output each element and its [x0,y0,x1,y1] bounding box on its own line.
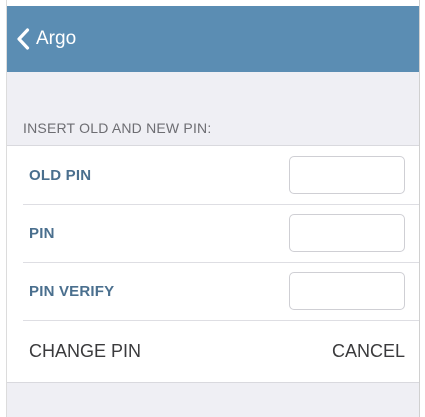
pin-verify-label: PIN VERIFY [29,282,115,300]
pin-form: OLD PIN PIN PIN VERIFY CHANGE PIN CANCEL [7,145,419,383]
pin-row: PIN [7,204,419,262]
pin-input[interactable] [289,214,405,252]
chevron-left-icon [16,28,30,50]
cancel-button[interactable]: CANCEL [332,341,405,362]
back-button[interactable]: Argo [16,28,76,50]
navigation-bar: Argo [7,6,419,72]
pin-label: PIN [29,224,55,242]
section-header: INSERT OLD AND NEW PIN: [23,120,212,136]
old-pin-row: OLD PIN [7,146,419,204]
back-button-label: Argo [36,28,77,49]
change-pin-button[interactable]: CHANGE PIN [29,341,141,362]
action-row: CHANGE PIN CANCEL [7,320,419,382]
app-screen: Argo INSERT OLD AND NEW PIN: OLD PIN PIN… [6,0,420,417]
old-pin-input[interactable] [289,156,405,194]
pin-verify-row: PIN VERIFY [7,262,419,320]
old-pin-label: OLD PIN [29,166,92,184]
pin-verify-input[interactable] [289,272,405,310]
